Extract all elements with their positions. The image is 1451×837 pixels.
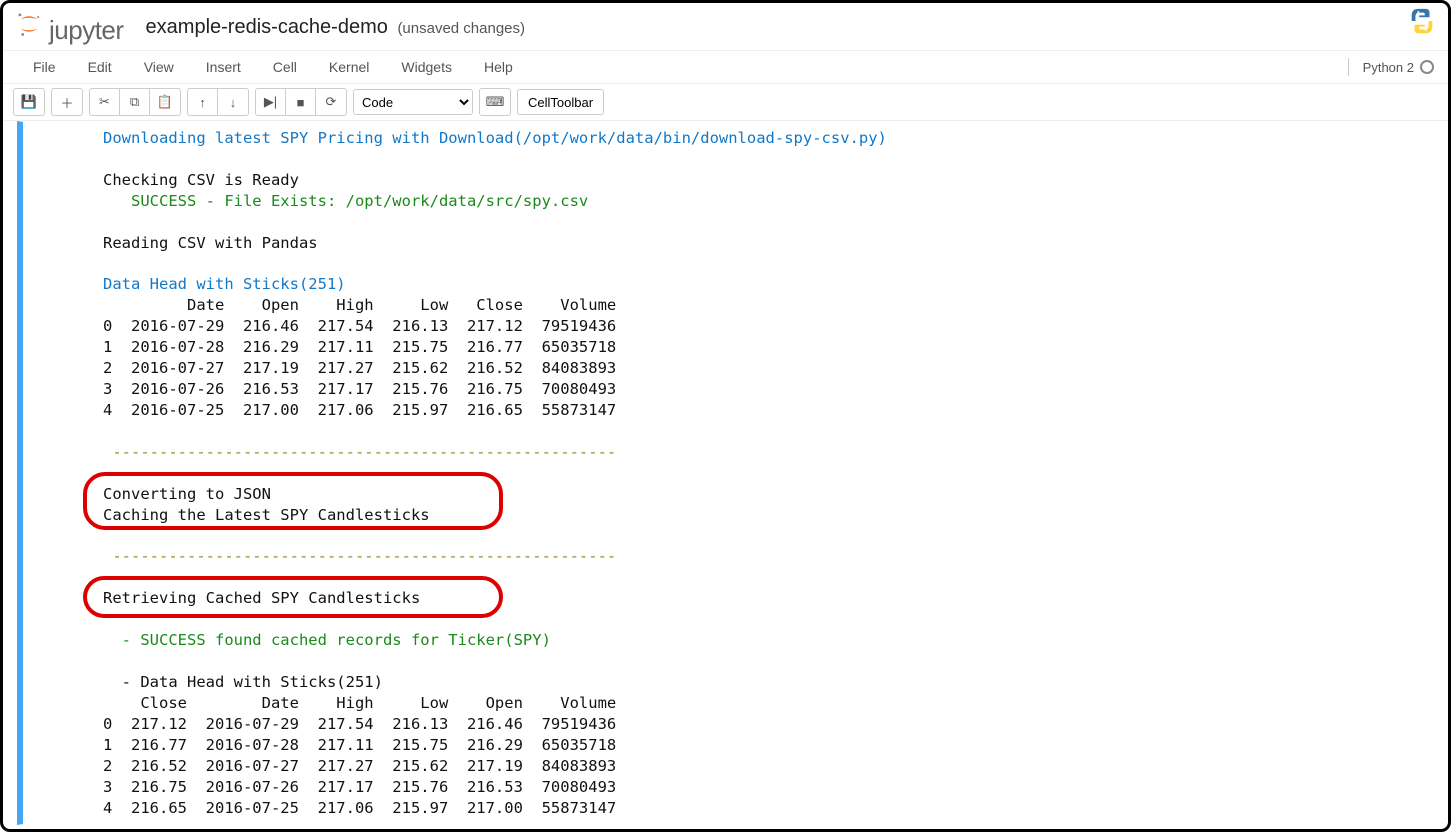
scissors-icon: ✂ xyxy=(99,94,110,110)
arrow-up-icon: ↑ xyxy=(199,95,206,110)
kernel-name: Python 2 xyxy=(1363,60,1414,75)
output-line: Checking CSV is Ready xyxy=(103,171,299,189)
copy-cell-button[interactable]: ⧉ xyxy=(120,89,150,115)
table-header-row: Date Open High Low Close Volume xyxy=(103,296,616,314)
table-row: 2 216.52 2016-07-27 217.27 215.62 217.19… xyxy=(103,757,616,775)
header: jupyter example-redis-cache-demo (unsave… xyxy=(3,3,1448,50)
notebook-title[interactable]: example-redis-cache-demo (unsaved change… xyxy=(146,16,525,39)
output-line: Reading CSV with Pandas xyxy=(103,234,318,252)
cell-type-select[interactable]: Code xyxy=(353,89,473,115)
celltoolbar-button[interactable]: CellToolbar xyxy=(517,89,604,115)
code-cell[interactable]: Downloading latest SPY Pricing with Down… xyxy=(17,121,1434,825)
table-row: 3 216.75 2016-07-26 217.17 215.76 216.53… xyxy=(103,778,616,796)
separator-line: ----------------------------------------… xyxy=(103,443,616,461)
table-row: 2 2016-07-27 217.19 217.27 215.62 216.52… xyxy=(103,359,616,377)
output-line: Converting to JSON xyxy=(103,485,271,503)
toolbar: 💾 ＋ ✂ ⧉ 📋 ↑ ↓ ▶| ■ ⟳ Code ⌨ CellToolbar xyxy=(3,84,1448,121)
kernel-indicator: Python 2 xyxy=(1348,58,1434,76)
table-row: 0 2016-07-29 216.46 217.54 216.13 217.12… xyxy=(103,317,616,335)
notebook-name[interactable]: example-redis-cache-demo xyxy=(146,16,388,38)
menu-help[interactable]: Help xyxy=(468,59,529,75)
output-line: Retrieving Cached SPY Candlesticks xyxy=(103,589,420,607)
notebook-area[interactable]: Downloading latest SPY Pricing with Down… xyxy=(3,121,1448,837)
output-text: Downloading latest SPY Pricing with Down… xyxy=(103,128,1425,818)
table-header-row: Close Date High Low Open Volume xyxy=(103,694,616,712)
cell-output: Downloading latest SPY Pricing with Down… xyxy=(25,124,1425,822)
separator-line: ----------------------------------------… xyxy=(103,547,616,565)
arrow-down-icon: ↓ xyxy=(230,95,237,110)
menubar: File Edit View Insert Cell Kernel Widget… xyxy=(3,50,1448,84)
table-row: 3 2016-07-26 216.53 217.17 215.76 216.75… xyxy=(103,380,616,398)
table-row: 0 217.12 2016-07-29 217.54 216.13 216.46… xyxy=(103,715,616,733)
menu-file[interactable]: File xyxy=(17,59,72,75)
menu-view[interactable]: View xyxy=(128,59,190,75)
menu-edit[interactable]: Edit xyxy=(72,59,128,75)
save-button[interactable]: 💾 xyxy=(14,89,44,115)
table-row: 4 2016-07-25 217.00 217.06 215.97 216.65… xyxy=(103,401,616,419)
restart-kernel-button[interactable]: ⟳ xyxy=(316,89,346,115)
output-line: Caching the Latest SPY Candlesticks xyxy=(103,506,430,524)
insert-cell-below-button[interactable]: ＋ xyxy=(52,89,82,115)
output-line: Downloading latest SPY Pricing with Down… xyxy=(103,129,887,147)
output-line: Data Head with Sticks(251) xyxy=(103,275,346,293)
cut-cell-button[interactable]: ✂ xyxy=(90,89,120,115)
save-status: (unsaved changes) xyxy=(397,20,525,37)
stop-icon: ■ xyxy=(297,95,305,110)
table-row: 1 2016-07-28 216.29 217.11 215.75 216.77… xyxy=(103,338,616,356)
copy-icon: ⧉ xyxy=(130,94,139,110)
interrupt-kernel-button[interactable]: ■ xyxy=(286,89,316,115)
paste-cell-button[interactable]: 📋 xyxy=(150,89,180,115)
output-line: - SUCCESS found cached records for Ticke… xyxy=(103,631,551,649)
menu-insert[interactable]: Insert xyxy=(190,59,257,75)
run-cell-button[interactable]: ▶| xyxy=(256,89,286,115)
python-logo-icon xyxy=(1407,6,1437,39)
table-row: 1 216.77 2016-07-28 217.11 215.75 216.29… xyxy=(103,736,616,754)
output-line: - Data Head with Sticks(251) xyxy=(103,673,383,691)
table-row: 4 216.65 2016-07-25 217.06 215.97 217.00… xyxy=(103,799,616,817)
plus-icon: ＋ xyxy=(60,93,73,112)
clipboard-icon: 📋 xyxy=(157,94,173,110)
jupyter-logo-text: jupyter xyxy=(49,15,124,46)
jupyter-logo-icon xyxy=(15,9,43,39)
step-forward-icon: ▶| xyxy=(264,94,277,110)
move-cell-up-button[interactable]: ↑ xyxy=(188,89,218,115)
command-palette-button[interactable]: ⌨ xyxy=(480,89,510,115)
menu-widgets[interactable]: Widgets xyxy=(385,59,468,75)
save-icon: 💾 xyxy=(21,94,37,110)
menu-cell[interactable]: Cell xyxy=(257,59,313,75)
menu-kernel[interactable]: Kernel xyxy=(313,59,385,75)
kernel-idle-icon xyxy=(1420,60,1434,74)
output-line: SUCCESS - File Exists: /opt/work/data/sr… xyxy=(103,192,588,210)
move-cell-down-button[interactable]: ↓ xyxy=(218,89,248,115)
keyboard-icon: ⌨ xyxy=(486,94,505,110)
jupyter-logo[interactable]: jupyter xyxy=(15,9,124,46)
refresh-icon: ⟳ xyxy=(326,94,337,110)
